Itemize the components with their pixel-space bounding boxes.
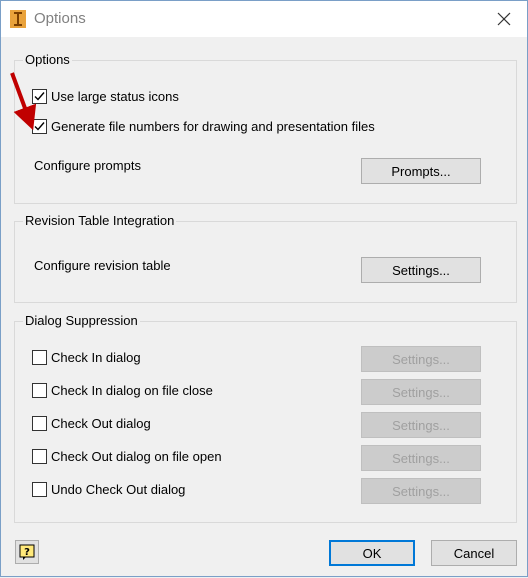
check-out-on-open-row[interactable]: Check Out dialog on file open xyxy=(32,447,222,465)
check-in-on-close-row[interactable]: Check In dialog on file close xyxy=(32,381,213,399)
configure-revision-table-label: Configure revision table xyxy=(34,258,171,273)
check-out-dialog-checkbox[interactable] xyxy=(32,415,47,431)
options-group-label: Options xyxy=(23,52,72,67)
check-out-dialog-label: Check Out dialog xyxy=(51,415,151,431)
check-out-on-open-label: Check Out dialog on file open xyxy=(51,448,222,464)
generate-file-numbers-checkbox[interactable] xyxy=(32,118,47,134)
prompts-button[interactable]: Prompts... xyxy=(361,158,481,184)
use-large-status-icons-label: Use large status icons xyxy=(51,88,179,104)
close-icon xyxy=(497,12,511,26)
use-large-status-icons-checkbox[interactable] xyxy=(32,88,47,104)
title-bar: Options xyxy=(1,1,527,37)
undo-check-out-row[interactable]: Undo Check Out dialog xyxy=(32,480,185,498)
check-in-dialog-label: Check In dialog xyxy=(51,349,141,365)
revision-table-group: Revision Table Integration Configure rev… xyxy=(14,213,517,303)
check-in-dialog-row[interactable]: Check In dialog xyxy=(32,348,141,366)
check-icon xyxy=(34,121,45,131)
cancel-button[interactable]: Cancel xyxy=(431,540,517,566)
revision-settings-button[interactable]: Settings... xyxy=(361,257,481,283)
window-title: Options xyxy=(34,10,86,27)
use-large-status-icons-row[interactable]: Use large status icons xyxy=(32,87,179,105)
check-out-on-open-checkbox[interactable] xyxy=(32,448,47,464)
generate-file-numbers-row[interactable]: Generate file numbers for drawing and pr… xyxy=(32,117,375,135)
check-in-on-close-checkbox[interactable] xyxy=(32,382,47,398)
app-logo-icon xyxy=(10,10,26,28)
undo-check-out-settings-button[interactable]: Settings... xyxy=(361,478,481,504)
check-out-dialog-row[interactable]: Check Out dialog xyxy=(32,414,151,432)
revision-table-group-label: Revision Table Integration xyxy=(23,213,177,228)
check-in-on-close-settings-button[interactable]: Settings... xyxy=(361,379,481,405)
undo-check-out-checkbox[interactable] xyxy=(32,481,47,497)
options-dialog: Options Options Use large status icons G… xyxy=(0,0,528,577)
undo-check-out-label: Undo Check Out dialog xyxy=(51,481,186,497)
dialog-suppression-group-label: Dialog Suppression xyxy=(23,313,140,328)
close-button[interactable] xyxy=(481,1,527,37)
help-button[interactable]: ? xyxy=(15,540,39,564)
check-out-on-open-settings-button[interactable]: Settings... xyxy=(361,445,481,471)
check-in-on-close-label: Check In dialog on file close xyxy=(51,382,213,398)
configure-prompts-label: Configure prompts xyxy=(34,158,141,173)
generate-file-numbers-label: Generate file numbers for drawing and pr… xyxy=(51,118,375,134)
help-icon: ? xyxy=(19,544,35,560)
dialog-suppression-group: Dialog Suppression Check In dialog Setti… xyxy=(14,313,517,523)
check-in-dialog-settings-button[interactable]: Settings... xyxy=(361,346,481,372)
ok-button[interactable]: OK xyxy=(329,540,415,566)
options-group: Options Use large status icons Generate … xyxy=(14,52,517,204)
check-in-dialog-checkbox[interactable] xyxy=(32,349,47,365)
svg-text:?: ? xyxy=(24,547,30,558)
check-icon xyxy=(34,91,45,101)
check-out-dialog-settings-button[interactable]: Settings... xyxy=(361,412,481,438)
